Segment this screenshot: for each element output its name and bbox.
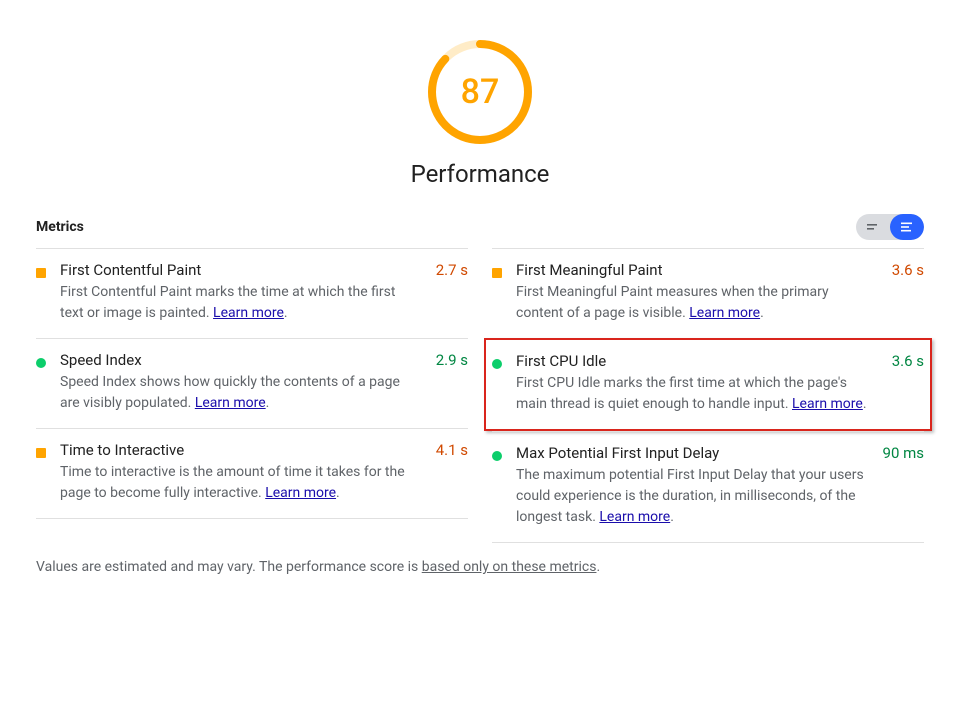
metric-description: Speed Index shows how quickly the conten…: [60, 372, 420, 414]
metric-max-potential-first-input-delay: Max Potential First Input Delay The maxim…: [492, 431, 924, 543]
metric-speed-index: Speed Index Speed Index shows how quickly…: [36, 338, 468, 428]
metrics-footnote: Values are estimated and may vary. The p…: [36, 559, 924, 575]
metric-description-suffix: .: [336, 485, 340, 501]
compact-lines-icon: [865, 221, 881, 233]
metric-description-text: Time to interactive is the amount of tim…: [60, 464, 405, 501]
metric-title: First Contentful Paint: [60, 261, 420, 279]
circle-icon: [36, 358, 46, 368]
metric-first-contentful-paint: First Contentful Paint First Contentful P…: [36, 248, 468, 338]
metric-description-text: The maximum potential First Input Delay …: [516, 467, 864, 525]
square-icon: [36, 268, 46, 278]
square-icon: [492, 268, 502, 278]
score-gauge: 87: [424, 36, 536, 148]
view-compact-option[interactable]: [856, 214, 890, 240]
metric-value: 2.9 s: [436, 351, 468, 414]
metric-description-suffix: .: [863, 396, 867, 412]
circle-icon: [492, 451, 502, 461]
metric-description-suffix: .: [760, 305, 764, 321]
metric-value: 3.6 s: [892, 352, 924, 415]
metric-description-suffix: .: [284, 305, 288, 321]
footnote-link[interactable]: based only on these metrics: [422, 559, 597, 575]
view-expanded-option[interactable]: [890, 214, 924, 240]
metric-body: First CPU Idle First CPU Idle marks the f…: [516, 352, 876, 415]
metrics-heading: Metrics: [36, 219, 84, 235]
metric-title: First Meaningful Paint: [516, 261, 876, 279]
status-indicator: [36, 351, 60, 414]
metric-description: First Contentful Paint marks the time at…: [60, 282, 420, 324]
square-icon: [36, 448, 46, 458]
metrics-column-left: First Contentful Paint First Contentful P…: [36, 248, 468, 543]
metric-description: First CPU Idle marks the first time at w…: [516, 373, 876, 415]
metric-title: Speed Index: [60, 351, 420, 369]
metric-value: 90 ms: [883, 444, 924, 528]
metric-description: First Meaningful Paint measures when the…: [516, 282, 876, 324]
metric-first-meaningful-paint: First Meaningful Paint First Meaningful P…: [492, 248, 924, 338]
metric-time-to-interactive: Time to Interactive Time to interactive i…: [36, 428, 468, 519]
metric-body: First Meaningful Paint First Meaningful P…: [516, 261, 876, 324]
metric-description: Time to interactive is the amount of tim…: [60, 462, 420, 504]
gauge-score-value: 87: [424, 36, 536, 148]
metric-body: Time to Interactive Time to interactive i…: [60, 441, 420, 504]
metric-description-suffix: .: [266, 395, 270, 411]
metric-body: Max Potential First Input Delay The maxim…: [516, 444, 867, 528]
metric-value: 3.6 s: [892, 261, 924, 324]
metric-description-suffix: .: [670, 509, 674, 525]
status-indicator: [492, 444, 516, 528]
learn-more-link[interactable]: Learn more: [792, 396, 863, 412]
learn-more-link[interactable]: Learn more: [265, 485, 336, 501]
metric-body: First Contentful Paint First Contentful P…: [60, 261, 420, 324]
metric-value: 4.1 s: [436, 441, 468, 504]
metric-title: Max Potential First Input Delay: [516, 444, 867, 462]
score-gauge-area: 87 Performance: [36, 0, 924, 188]
learn-more-link[interactable]: Learn more: [689, 305, 760, 321]
metric-title: Time to Interactive: [60, 441, 420, 459]
metrics-column-right: First Meaningful Paint First Meaningful P…: [492, 248, 924, 543]
footnote-post: .: [596, 559, 600, 575]
status-indicator: [492, 352, 516, 415]
metric-body: Speed Index Speed Index shows how quickly…: [60, 351, 420, 414]
gauge-title: Performance: [36, 160, 924, 188]
view-density-toggle[interactable]: [856, 214, 924, 240]
metric-description-text: First Meaningful Paint measures when the…: [516, 284, 829, 321]
metric-description: The maximum potential First Input Delay …: [516, 465, 867, 528]
status-indicator: [492, 261, 516, 324]
footnote-pre: Values are estimated and may vary. The p…: [36, 559, 422, 575]
learn-more-link[interactable]: Learn more: [599, 509, 670, 525]
learn-more-link[interactable]: Learn more: [195, 395, 266, 411]
circle-icon: [492, 359, 502, 369]
expanded-lines-icon: [899, 221, 915, 233]
metric-first-cpu-idle: First CPU Idle First CPU Idle marks the f…: [484, 338, 932, 431]
status-indicator: [36, 261, 60, 324]
learn-more-link[interactable]: Learn more: [213, 305, 284, 321]
status-indicator: [36, 441, 60, 504]
metric-value: 2.7 s: [436, 261, 468, 324]
metric-title: First CPU Idle: [516, 352, 876, 370]
